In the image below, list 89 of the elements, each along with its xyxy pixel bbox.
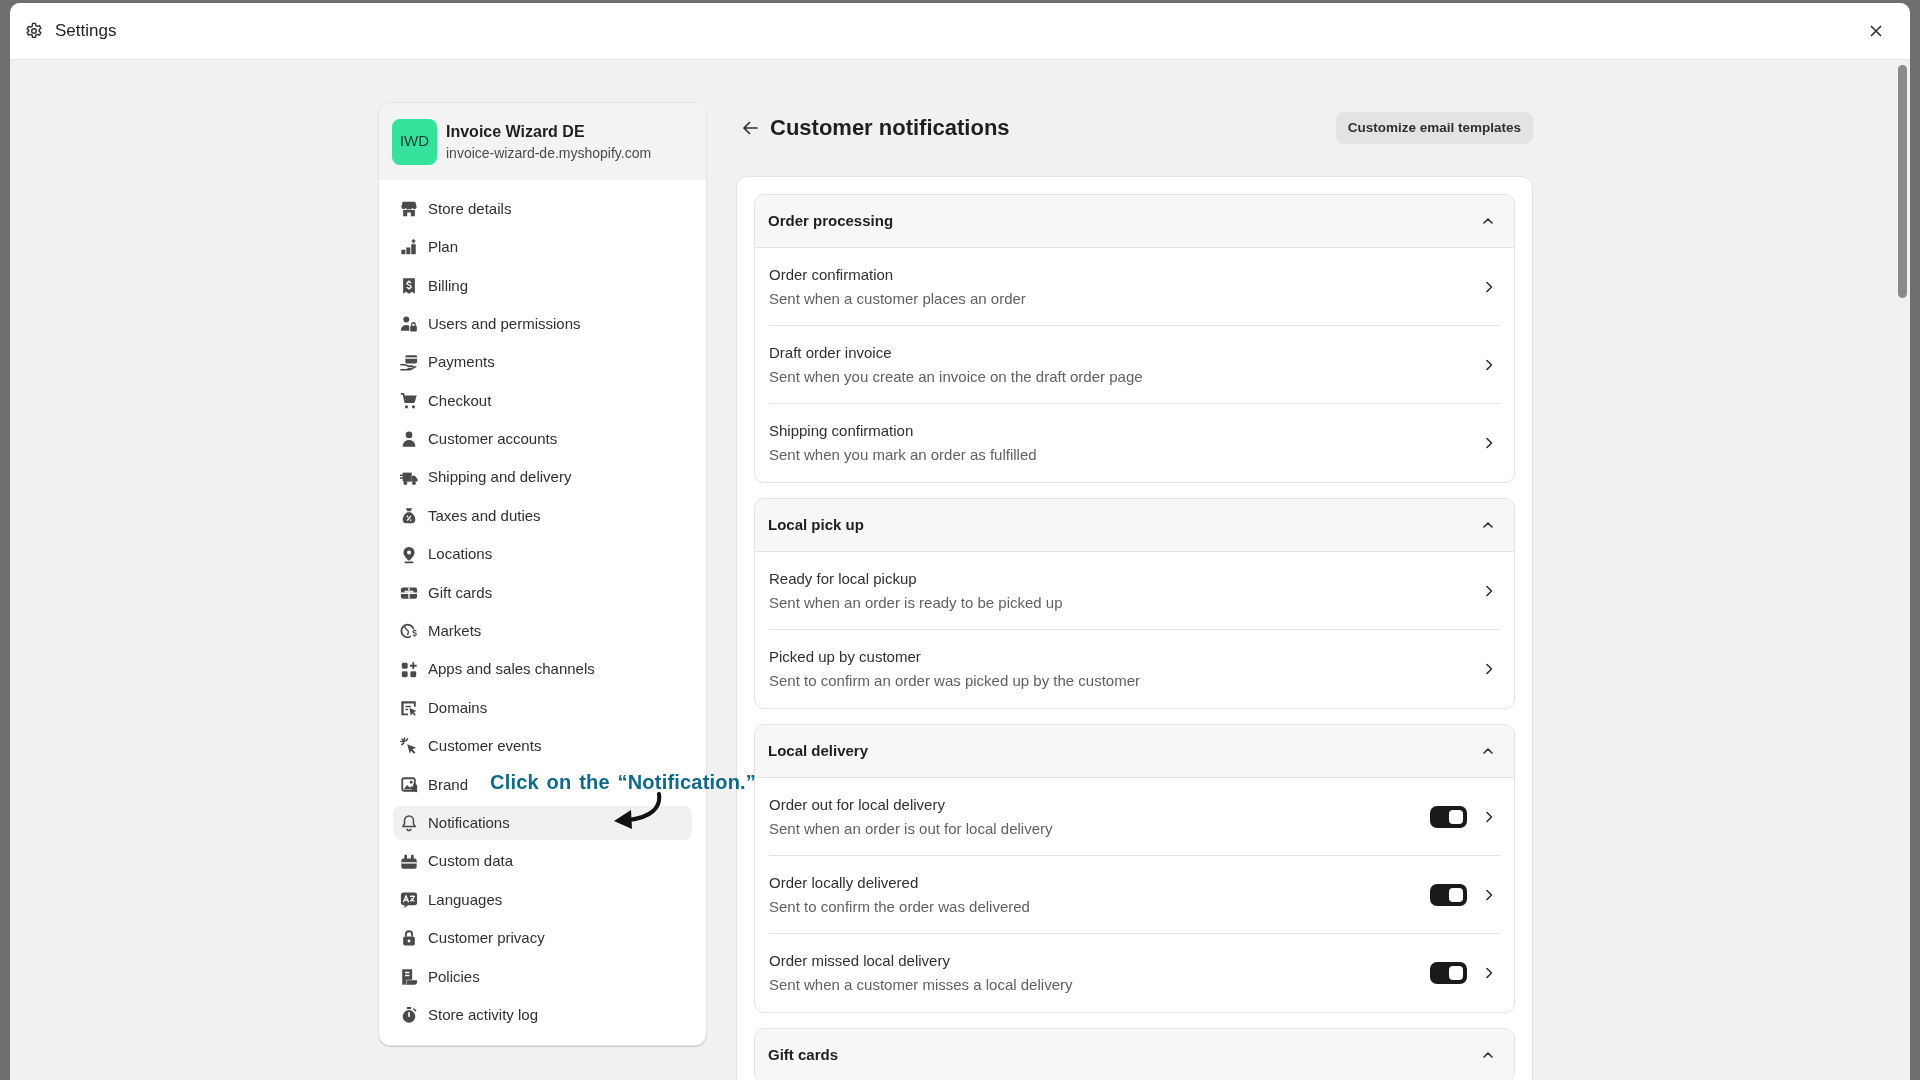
store-avatar: IWD	[392, 118, 437, 165]
bell-icon	[400, 814, 418, 833]
sidebar-item[interactable]: Customer events	[393, 729, 549, 764]
receipt-icon	[400, 276, 418, 295]
document-icon	[400, 967, 418, 986]
money-bag-icon	[400, 507, 418, 526]
chevron-right-icon[interactable]	[1484, 358, 1494, 371]
close-icon	[1870, 25, 1882, 37]
sidebar-item[interactable]: Store activity log	[393, 998, 546, 1033]
notification-title[interactable]: Order locally delivered	[769, 870, 919, 895]
lock-icon	[400, 929, 418, 948]
chevron-right-icon[interactable]	[1484, 663, 1494, 675]
calendar-icon	[400, 852, 418, 871]
section-header[interactable]: Order processing	[755, 195, 1514, 248]
toggle-switch[interactable]	[1430, 805, 1467, 828]
notification-title[interactable]: Picked up by customer	[769, 645, 921, 669]
image-icon	[400, 775, 418, 794]
store-domain: invoice-wizard-de.myshopify.com	[446, 143, 652, 163]
chevron-up-icon[interactable]	[1483, 746, 1493, 756]
sidebar-item[interactable]: Languages	[393, 883, 510, 918]
browser-cursor-icon	[400, 699, 418, 718]
stopwatch-icon	[400, 1006, 418, 1025]
notification-description: Sent when a customer places an order	[769, 288, 1026, 309]
notification-title[interactable]: Ready for local pickup	[769, 566, 917, 591]
chevron-right-icon[interactable]	[1484, 437, 1494, 449]
store-name: Invoice Wizard DE	[446, 121, 586, 142]
sidebar-item[interactable]: Checkout	[393, 383, 499, 418]
window-title: Settings	[55, 20, 117, 43]
chevron-up-icon[interactable]	[1483, 1050, 1493, 1060]
settings-icon	[25, 22, 43, 40]
notification-description: Sent to confirm an order was picked up by the customer	[769, 671, 1140, 691]
sidebar-item[interactable]: Notifications	[393, 806, 692, 841]
sidebar-item[interactable]: Domains	[393, 691, 495, 726]
sidebar-item[interactable]: Store details	[393, 192, 519, 226]
store-icon	[400, 200, 418, 218]
back-button[interactable]	[742, 121, 758, 135]
sidebar-item[interactable]: Markets	[393, 614, 489, 649]
cart-icon	[400, 391, 418, 410]
toggle-switch[interactable]	[1430, 962, 1467, 984]
chevron-right-icon[interactable]	[1484, 967, 1494, 979]
section-header[interactable]: Gift cards	[755, 1029, 1514, 1080]
sidebar-item[interactable]: Brand	[393, 767, 476, 802]
location-pin-icon	[400, 545, 418, 564]
sidebar-item[interactable]: Taxes and duties	[393, 499, 548, 534]
sidebar-item[interactable]: Policies	[393, 959, 487, 994]
notification-title[interactable]: Shipping confirmation	[769, 419, 914, 443]
chevron-up-icon[interactable]	[1483, 216, 1493, 226]
card-hand-icon	[400, 353, 418, 372]
sidebar-item[interactable]: Shipping and delivery	[393, 460, 579, 495]
chevron-up-icon[interactable]	[1483, 520, 1493, 530]
notification-description: Sent when an order is out for local delivery	[769, 818, 1053, 839]
notification-title[interactable]: Draft order invoice	[769, 340, 892, 365]
notification-description: Sent to confirm the order was delivered	[769, 896, 1030, 917]
sidebar-item[interactable]: Plan	[393, 230, 466, 265]
toggle-switch[interactable]	[1430, 883, 1467, 906]
chevron-right-icon[interactable]	[1484, 280, 1494, 293]
person-icon	[400, 430, 418, 449]
notification-description: Sent when you create an invoice on the draft order page	[769, 366, 1143, 387]
sidebar-item[interactable]: Apps and sales channels	[393, 652, 602, 687]
sidebar-item[interactable]: Users and permissions	[393, 307, 588, 342]
notification-description: Sent when an order is ready to be picked up	[769, 592, 1063, 613]
section-header[interactable]: Local pick up	[755, 499, 1514, 552]
sidebar-item[interactable]: Billing	[393, 268, 476, 303]
annotation-text: Click on the “Notification.”	[490, 770, 757, 795]
sidebar-item[interactable]: Payments	[393, 345, 502, 380]
cursor-sparkle-icon	[400, 737, 418, 756]
page-title: Customer notifications	[770, 114, 1010, 142]
sidebar-item[interactable]: Locations	[393, 537, 500, 572]
customize-templates-button[interactable]: Customize email templates	[1335, 112, 1533, 144]
notification-description: Sent when you mark an order as fulfilled	[769, 445, 1037, 465]
sidebar-item[interactable]: Customer accounts	[393, 422, 565, 457]
chevron-right-icon[interactable]	[1484, 888, 1494, 901]
chevron-right-icon[interactable]	[1484, 584, 1494, 597]
globe-icon	[400, 622, 418, 641]
translate-icon	[400, 891, 418, 910]
chevron-right-icon[interactable]	[1484, 810, 1494, 823]
sidebar-item[interactable]: Gift cards	[393, 575, 500, 610]
bar-chart-icon	[400, 238, 418, 257]
back-arrow-icon	[742, 121, 758, 135]
user-lock-icon	[400, 315, 418, 334]
notification-title[interactable]: Order out for local delivery	[769, 792, 945, 817]
scrollbar-thumb[interactable]	[1898, 65, 1907, 298]
sidebar-item[interactable]: Custom data	[393, 844, 521, 879]
notification-description: Sent when a customer misses a local delivery	[769, 975, 1073, 995]
notification-title[interactable]: Order confirmation	[769, 262, 894, 287]
section-header[interactable]: Local delivery	[755, 725, 1514, 778]
notification-title[interactable]: Order missed local delivery	[769, 949, 950, 973]
apps-grid-icon	[400, 660, 418, 679]
sidebar-item[interactable]: Customer privacy	[393, 921, 552, 956]
